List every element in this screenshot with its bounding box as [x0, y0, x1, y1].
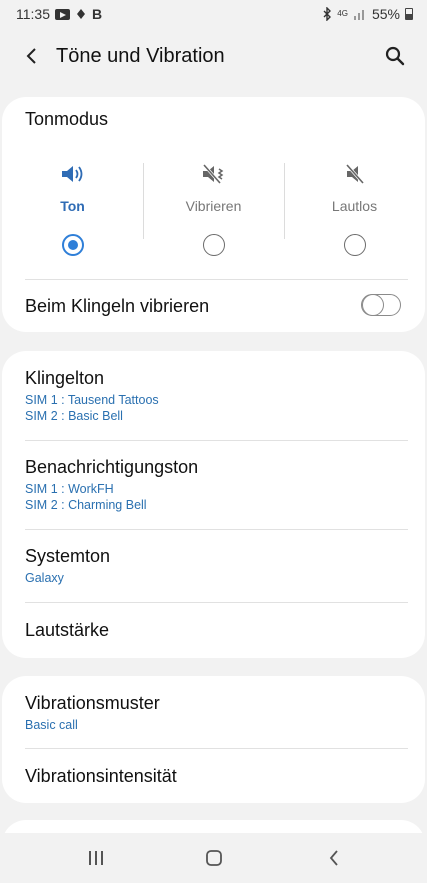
vibration-pattern-value: Basic call	[25, 718, 78, 732]
ringtone-title: Klingelton	[25, 368, 105, 388]
sound-mode-options: Ton Vibrieren Lautlos	[2, 145, 425, 275]
notification-sound-sim2: SIM 2 : Charming Bell	[25, 498, 147, 512]
system-sound-value: Galaxy	[25, 571, 64, 585]
ringtone-sim1: SIM 1 : Tausend Tattoos	[25, 393, 159, 407]
vibration-intensity-item[interactable]: Vibrationsintensität	[2, 749, 425, 803]
nav-back-button[interactable]	[314, 845, 354, 871]
back-button[interactable]	[4, 28, 60, 84]
recents-button[interactable]	[76, 845, 116, 871]
mode-option-sound[interactable]: Ton	[2, 145, 143, 275]
vibrate-icon	[202, 164, 223, 184]
radio-mute[interactable]	[343, 234, 366, 256]
signal-icon	[353, 10, 364, 20]
system-sound-title: Systemton	[25, 546, 111, 566]
navigation-bar	[0, 833, 427, 883]
vibrate-when-ringing-row[interactable]: Beim Klingeln vibrieren	[2, 280, 425, 332]
ringtone-sim2: SIM 2 : Basic Bell	[25, 409, 123, 423]
vibrate-when-ringing-label: Beim Klingeln vibrieren	[25, 296, 210, 316]
vibration-pattern-title: Vibrationsmuster	[25, 693, 160, 713]
mode-option-vibrate[interactable]: Vibrieren	[143, 145, 284, 275]
volume-title: Lautstärke	[25, 620, 110, 640]
status-bar: 11:35 B 4G 55%	[0, 0, 427, 28]
notification-letter: B	[92, 6, 103, 22]
mute-icon	[345, 164, 364, 184]
battery-percent: 55%	[371, 6, 400, 22]
vibration-card: Vibrationsmuster Basic call Vibrationsin…	[2, 676, 425, 803]
system-sound-item[interactable]: Systemton Galaxy	[2, 530, 425, 602]
search-button[interactable]	[377, 38, 413, 74]
home-icon	[206, 850, 222, 866]
back-arrow-icon	[26, 48, 36, 64]
notification-sound-sim1: SIM 1 : WorkFH	[25, 482, 114, 496]
youtube-notification-icon	[55, 8, 70, 20]
home-button[interactable]	[194, 845, 234, 871]
speaker-icon	[61, 166, 82, 182]
network-type-label: 4G	[337, 9, 348, 18]
status-time: 11:35	[16, 6, 50, 22]
notification-sound-item[interactable]: Benachrichtigungston SIM 1 : WorkFH SIM …	[2, 441, 425, 529]
recents-icon	[89, 851, 103, 865]
mode-label-vibrate: Vibrieren	[185, 198, 242, 214]
volume-item[interactable]: Lautstärke	[2, 603, 425, 658]
mode-label-mute: Lautlos	[331, 198, 378, 214]
notification-sound-title: Benachrichtigungston	[25, 457, 199, 477]
vibrate-when-ringing-toggle[interactable]	[361, 293, 401, 316]
battery-icon	[405, 8, 413, 20]
sound-mode-card: Tonmodus Ton Vibrieren Lautlos Beim Klin…	[2, 97, 425, 332]
sounds-card: Klingelton SIM 1 : Tausend Tattoos SIM 2…	[2, 351, 425, 658]
vibration-pattern-item[interactable]: Vibrationsmuster Basic call	[2, 676, 425, 748]
search-icon	[385, 46, 405, 66]
ringtone-item[interactable]: Klingelton SIM 1 : Tausend Tattoos SIM 2…	[2, 351, 425, 440]
mode-option-mute[interactable]: Lautlos	[284, 145, 425, 275]
app-bar: Töne und Vibration	[0, 28, 427, 84]
page-title: Töne und Vibration	[56, 44, 225, 67]
radio-sound[interactable]	[61, 234, 84, 256]
mode-label-sound: Ton	[60, 198, 85, 214]
sound-mode-title: Tonmodus	[25, 109, 109, 129]
radio-vibrate[interactable]	[202, 234, 225, 256]
vibration-intensity-title: Vibrationsintensität	[25, 766, 177, 786]
notification-icon	[77, 9, 85, 19]
nav-back-icon	[329, 850, 338, 866]
bluetooth-icon	[323, 7, 332, 21]
